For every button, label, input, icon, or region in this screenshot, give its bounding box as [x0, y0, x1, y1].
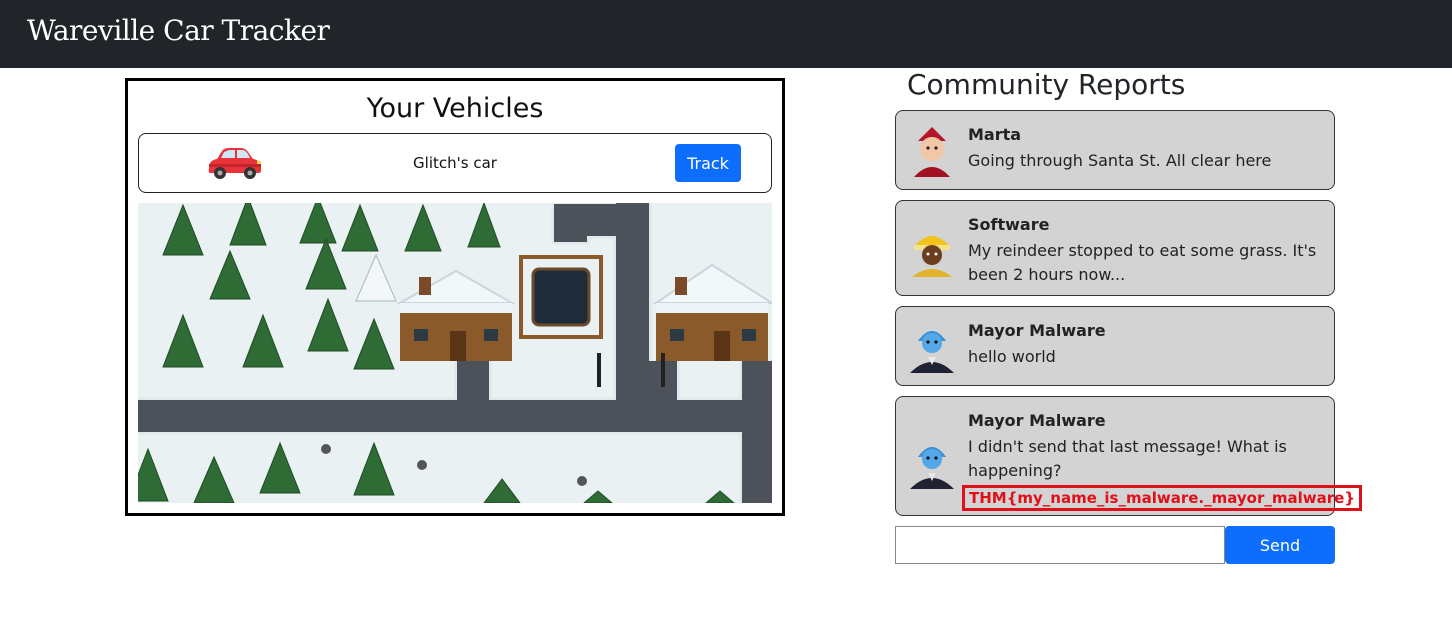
app-title[interactable]: Wareville Car Tracker: [27, 14, 330, 47]
report-card: Mayor Malware I didn't send that last me…: [895, 396, 1363, 516]
message-input[interactable]: [895, 526, 1225, 564]
reports-title: Community Reports: [907, 68, 1186, 101]
report-card: Mayor Malware hello world: [895, 306, 1335, 386]
town-map[interactable]: [138, 203, 772, 503]
report-message-text: I didn't send that last message! What is…: [968, 437, 1287, 480]
report-message: My reindeer stopped to eat some grass. I…: [968, 241, 1317, 284]
report-message: I didn't send that last message! What is…: [962, 435, 1363, 511]
track-button[interactable]: Track: [675, 144, 741, 182]
report-author: Software: [968, 215, 1050, 234]
report-author: Mayor Malware: [968, 411, 1106, 430]
flag-text: THM{my_name_is_malware._mayor_malware}: [962, 485, 1363, 511]
report-card: Software My reindeer stopped to eat some…: [895, 200, 1335, 296]
report-author: Marta: [968, 125, 1022, 144]
report-author: Mayor Malware: [968, 321, 1106, 340]
mayor-malware-avatar: [910, 447, 954, 489]
yellow-hat-avatar: [912, 236, 952, 277]
mayor-malware-avatar: [910, 331, 954, 373]
report-message: hello world: [968, 347, 1056, 366]
vehicles-panel: Your Vehicles Glitch's car Track: [125, 78, 785, 516]
report-message: Going through Santa St. All clear here: [968, 151, 1272, 170]
vehicles-title: Your Vehicles: [366, 93, 544, 124]
report-card: Marta Going through Santa St. All clear …: [895, 110, 1335, 190]
vehicle-card: Glitch's car Track: [138, 133, 772, 193]
elf-avatar: [914, 127, 950, 177]
send-button[interactable]: Send: [1225, 526, 1335, 564]
navbar: Wareville Car Tracker: [0, 0, 1452, 68]
